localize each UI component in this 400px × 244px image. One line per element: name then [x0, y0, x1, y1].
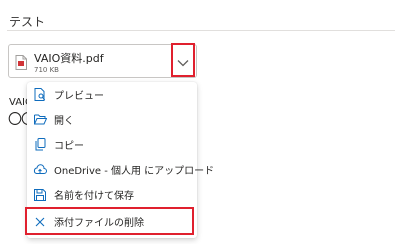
menu-item-remove-attachment[interactable]: 添付ファイルの削除: [27, 209, 197, 234]
menu-item-label: コピー: [54, 141, 84, 152]
menu-item-save-as[interactable]: 名前を付けて保存: [27, 182, 197, 207]
menu-item-copy[interactable]: コピー: [27, 132, 197, 157]
menu-item-label: 名前を付けて保存: [54, 191, 134, 202]
menu-item-label: 添付ファイルの削除: [54, 218, 144, 229]
subject-divider: [7, 30, 395, 31]
chevron-down-icon: [177, 52, 189, 71]
menu-item-preview[interactable]: プレビュー: [27, 82, 197, 107]
attachment-size: 710 KB: [34, 66, 59, 74]
attachment-context-menu: プレビュー 開く コピー OneDrive - 個人用 にアップロード 名前を付…: [27, 82, 214, 238]
menu-item-label: 開く: [54, 116, 74, 127]
cloud-upload-icon: [33, 163, 47, 177]
menu-item-upload-onedrive[interactable]: OneDrive - 個人用 にアップロード: [27, 157, 214, 182]
attachment-options-button[interactable]: [169, 44, 197, 78]
folder-open-icon: [33, 113, 47, 127]
preview-icon: [33, 88, 47, 102]
pdf-file-icon: [15, 55, 27, 70]
menu-item-label: プレビュー: [54, 91, 104, 102]
menu-item-open[interactable]: 開く: [27, 107, 197, 132]
save-icon: [33, 188, 47, 202]
subject-line[interactable]: テスト: [9, 13, 45, 30]
close-icon: [33, 215, 47, 229]
attachment-name: VAIO資料.pdf: [34, 52, 104, 65]
menu-item-label: OneDrive - 個人用 にアップロード: [54, 166, 215, 177]
copy-icon: [33, 138, 47, 152]
